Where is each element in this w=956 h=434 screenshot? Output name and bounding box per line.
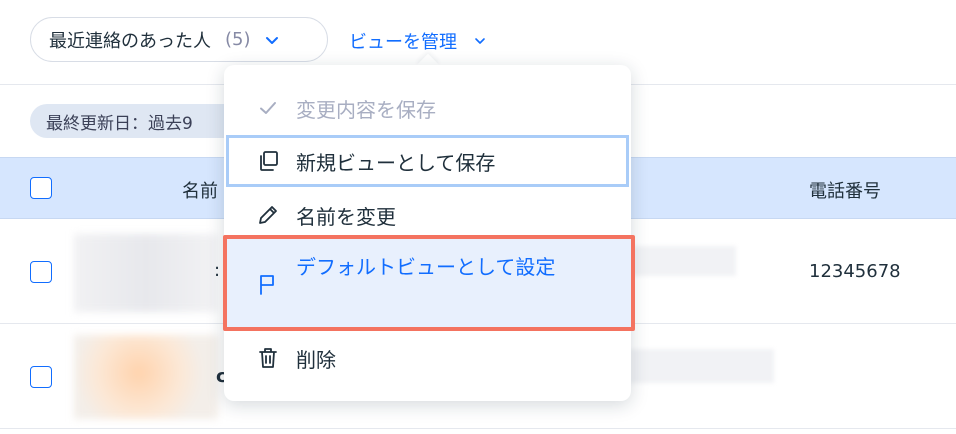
avatar [74, 234, 218, 312]
view-count: (5) [225, 29, 251, 50]
menu-item-set-default-view[interactable]: デフォルトビューとして設定 [224, 236, 631, 330]
contact-phone: 12345678 [809, 261, 901, 282]
manage-views-button[interactable]: ビューを管理 [349, 27, 487, 55]
row-checkbox[interactable] [30, 366, 52, 388]
flag-icon [260, 275, 274, 295]
menu-item-label: 変更内容を保存 [296, 97, 436, 122]
menu-item-save-as-new-view[interactable]: 新規ビューとして保存 [224, 135, 631, 187]
menu-item-label: 新規ビューとして保存 [296, 150, 496, 175]
copy-icon [260, 151, 278, 171]
menu-item-label: デフォルトビューとして設定 [296, 255, 556, 279]
trash-icon [259, 348, 277, 368]
chevron-down-icon [265, 36, 278, 44]
menu-item-label: 名前を変更 [296, 204, 396, 229]
pencil-icon [259, 206, 277, 224]
view-selector[interactable]: 最近連絡のあった人 (5) [30, 17, 328, 62]
row-checkbox[interactable] [30, 261, 52, 283]
menu-item-delete[interactable]: 削除 [224, 338, 631, 378]
menu-item-rename[interactable]: 名前を変更 [224, 195, 631, 235]
chevron-down-icon [475, 38, 485, 44]
avatar [74, 335, 218, 419]
view-name: 最近連絡のあった人 [49, 30, 211, 52]
menu-item-save-changes[interactable]: 変更内容を保存 [224, 88, 631, 128]
column-header-phone[interactable]: 電話番号 [809, 177, 881, 203]
manage-views-label: ビューを管理 [349, 32, 457, 53]
check-icon [260, 102, 276, 114]
menu-item-label: 削除 [296, 347, 336, 372]
contact-email [630, 349, 774, 383]
contact-name[interactable]: : [214, 260, 220, 281]
row-divider [0, 428, 956, 429]
manage-views-menu: 変更内容を保存 新規ビューとして保存 名前を変更 デフォルトビューとして設定 削… [224, 65, 631, 401]
column-header-name[interactable]: 名前 [182, 177, 218, 203]
filter-chip-label: 最終更新日：過去9 [46, 113, 193, 134]
contact-email [630, 246, 736, 276]
select-all-checkbox[interactable] [30, 177, 52, 199]
